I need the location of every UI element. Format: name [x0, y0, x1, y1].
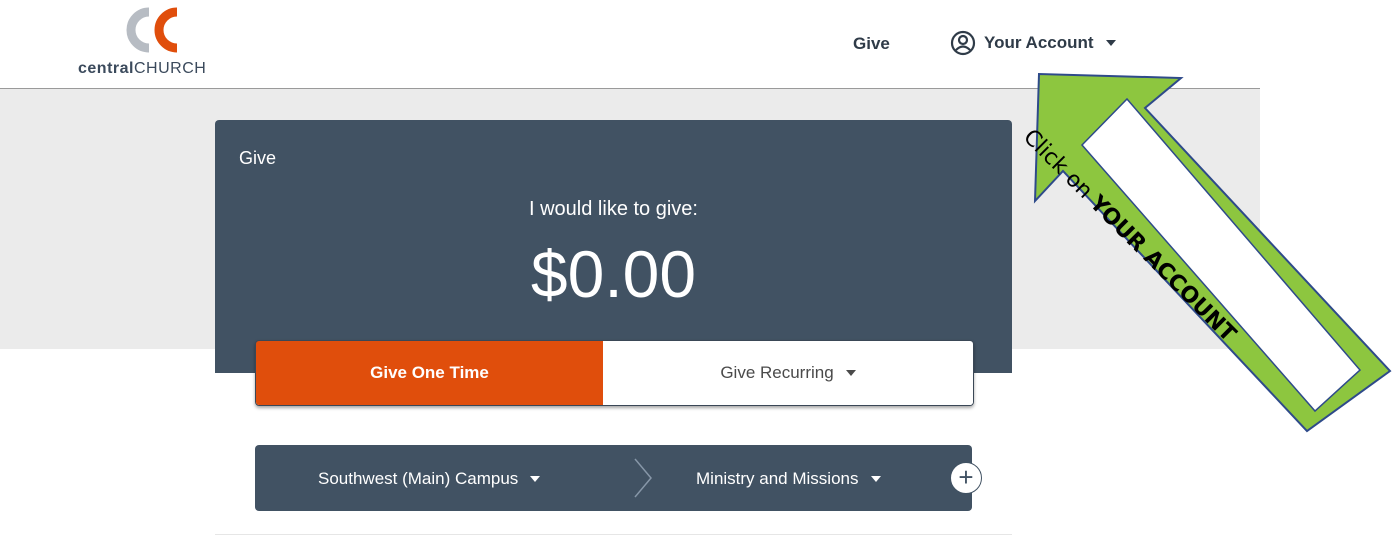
give-one-time-button[interactable]: Give One Time	[256, 341, 603, 405]
your-account-menu[interactable]: Your Account	[950, 30, 1116, 56]
chevron-right-icon	[634, 458, 652, 498]
campus-label: Southwest (Main) Campus	[318, 469, 519, 488]
caret-down-icon	[1105, 40, 1116, 46]
give-card: Give I would like to give: $0.00 Give On…	[215, 120, 1012, 555]
nav-give-link[interactable]: Give	[853, 34, 890, 54]
give-recurring-button[interactable]: Give Recurring	[603, 341, 973, 405]
frequency-toggle: Give One Time Give Recurring	[255, 340, 974, 406]
give-prompt: I would like to give:	[529, 198, 698, 220]
card-title: Give	[239, 148, 277, 168]
fund-dropdown[interactable]: Ministry and Missions	[696, 469, 881, 489]
caret-down-icon	[870, 476, 881, 482]
card-divider	[215, 534, 1012, 535]
central-church-logo[interactable]: centralCHURCH	[78, 4, 228, 78]
caret-down-icon	[845, 370, 856, 376]
give-card-header: Give I would like to give: $0.00	[215, 120, 1012, 373]
caret-down-icon	[530, 476, 541, 482]
logo-wordmark: centralCHURCH	[78, 60, 206, 78]
give-recurring-label: Give Recurring	[720, 363, 834, 382]
amount-input[interactable]: $0.00	[215, 236, 1012, 312]
logo-mark-icon	[126, 7, 178, 53]
logo-text-central: central	[78, 60, 134, 77]
fund-label: Ministry and Missions	[696, 469, 859, 488]
fund-selector-bar: Southwest (Main) Campus Ministry and Mis…	[255, 445, 972, 511]
your-account-label: Your Account	[984, 33, 1094, 52]
logo-text-church: CHURCH	[133, 60, 207, 77]
campus-dropdown[interactable]: Southwest (Main) Campus	[318, 469, 541, 489]
callout-arrow	[1033, 72, 1392, 433]
user-circle-icon	[950, 30, 976, 56]
add-fund-button[interactable]: +	[950, 462, 982, 494]
